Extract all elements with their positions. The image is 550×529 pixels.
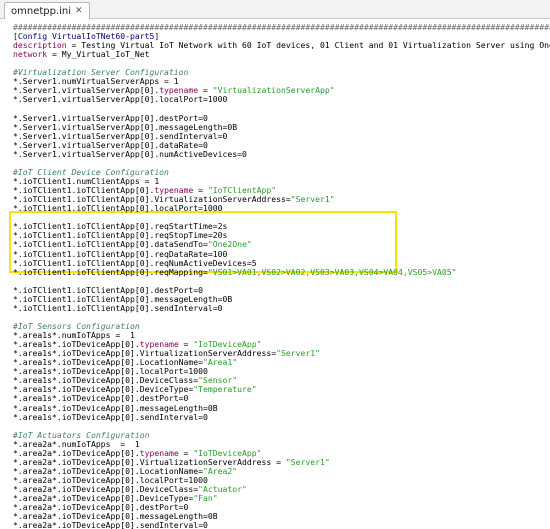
- code-line: *.Server1.virtualServerApp[0].numActiveD…: [13, 148, 247, 159]
- code-token: "Server1": [290, 194, 335, 205]
- tab-title: omnetpp.ini: [11, 5, 72, 17]
- code-token: "VS01>VA01,VS02>VA02,VS03>VA03,VS04>VA04…: [207, 266, 457, 277]
- code-token: network: [13, 49, 48, 60]
- editor-window: omnetpp.ini ✕ ##########################…: [0, 0, 550, 529]
- code-token: "VirtualizationServerApp": [212, 85, 335, 96]
- editor-tab-bar: omnetpp.ini ✕: [0, 0, 550, 19]
- code-token: *.Server1.virtualServerApp[0].localPort=…: [13, 94, 228, 105]
- code-token: "Server1": [276, 348, 320, 359]
- tab-omnetpp-ini[interactable]: omnetpp.ini ✕: [4, 2, 90, 19]
- code-line: *.ioTClient1.ioTClientApp[0].localPort=1…: [13, 204, 223, 213]
- code-line: *.ioTClient1.ioTClientApp[0].sendInterva…: [13, 302, 223, 313]
- code-token: "Area2": [203, 465, 238, 476]
- code-line: *.area1s*.ioTDeviceApp[0].sendInterval=0: [13, 411, 208, 422]
- code-token: *.ioTClient1.ioTClientApp[0].localPort=1…: [13, 203, 223, 214]
- code-token: "Temperature": [193, 384, 257, 395]
- code-token: *.area2a*.ioTDeviceApp[0].sendInterval=0: [13, 520, 208, 529]
- code-token: *.ioTClient1.ioTClientApp[0].reqMapping=: [13, 266, 208, 277]
- code-line: *.area2a*.ioTDeviceApp[0].sendInterval=0: [13, 521, 208, 529]
- close-icon[interactable]: ✕: [75, 6, 83, 16]
- code-token: *.Server1.virtualServerApp[0].numActiveD…: [13, 148, 247, 159]
- code-token: *.area1s*.ioTDeviceApp[0].sendInterval=0: [13, 411, 208, 422]
- code-line: *.ioTClient1.ioTClientApp[0].reqMapping=…: [13, 266, 457, 277]
- code-editor[interactable]: ########################################…: [0, 19, 550, 529]
- code-line: *.Server1.virtualServerApp[0].localPort=…: [13, 95, 227, 104]
- code-line: network = My_Virtual_IoT_Net: [13, 50, 149, 59]
- code-token: "Fan": [193, 493, 218, 504]
- code-token: "Area1": [203, 357, 238, 368]
- code-token: = My_Virtual_IoT_Net: [47, 49, 150, 60]
- code-token: "Server1": [285, 456, 330, 467]
- code-token: *.ioTClient1.ioTClientApp[0].sendInterva…: [13, 302, 223, 313]
